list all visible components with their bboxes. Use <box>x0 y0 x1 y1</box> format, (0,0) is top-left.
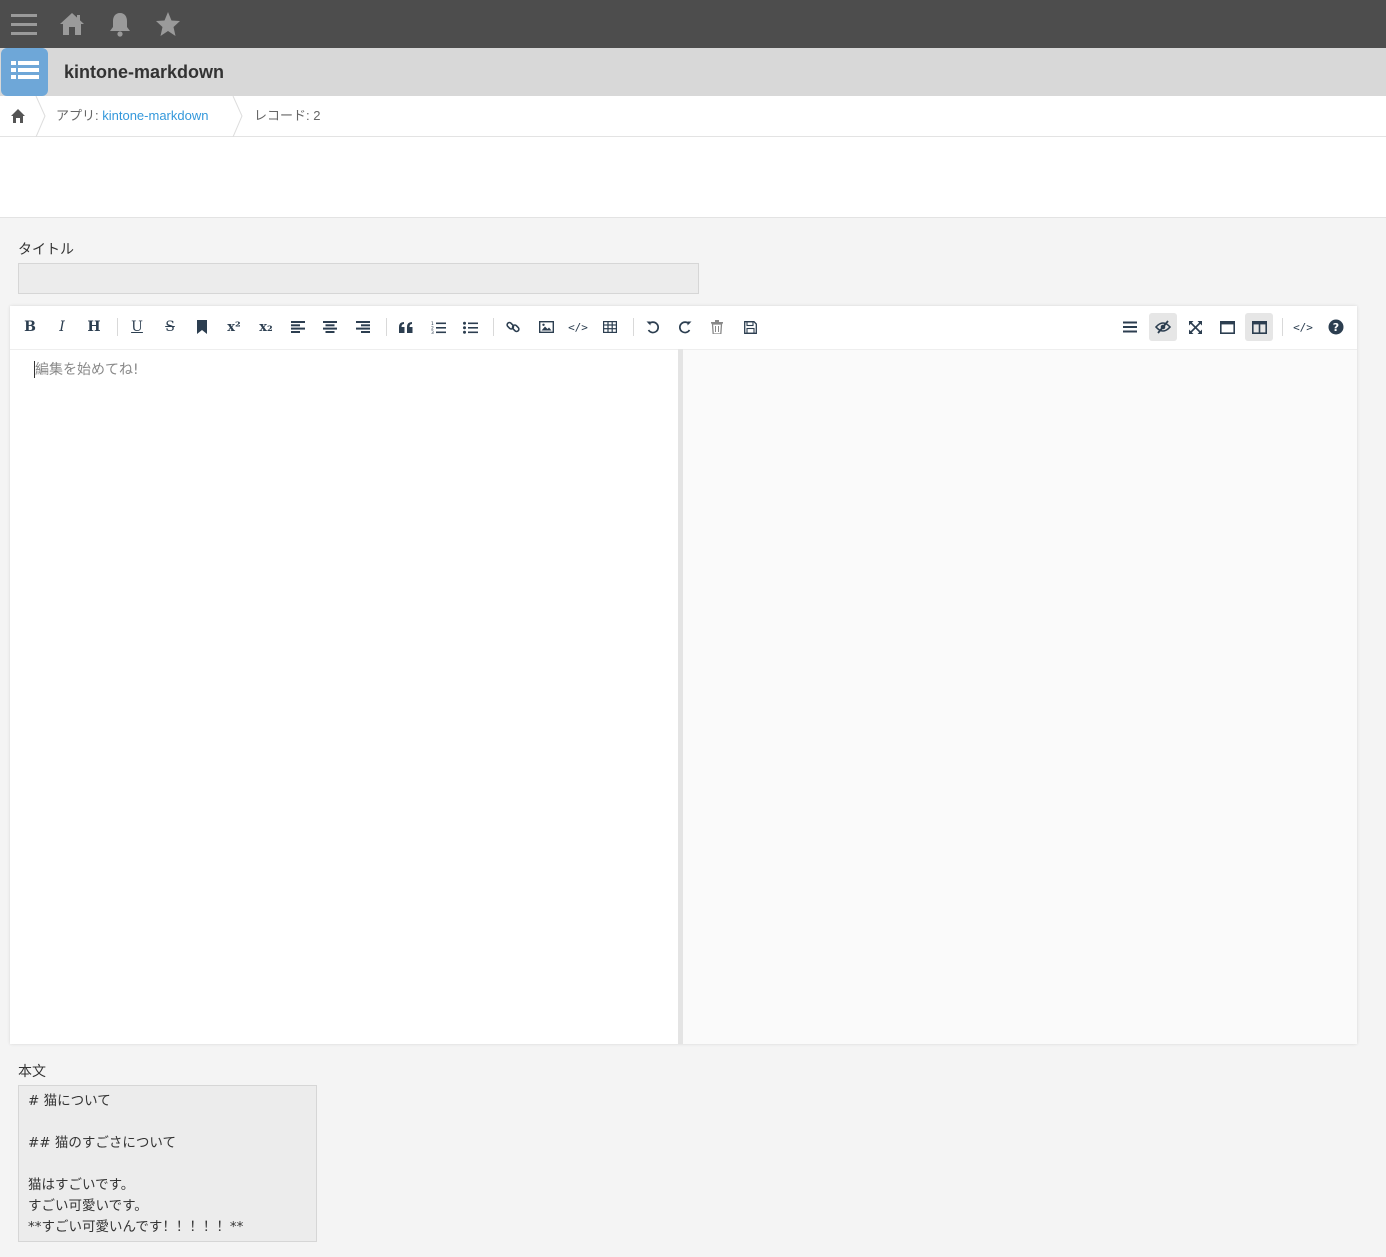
svg-text:?: ? <box>1333 321 1339 334</box>
body-line: ## 猫のすごさについて <box>28 1135 177 1151</box>
italic-label: I <box>59 319 65 335</box>
subfield-icon[interactable] <box>1245 313 1273 341</box>
body-field[interactable]: # 猫について ## 猫のすごさについて 猫はすごいです。 すごい可愛いです。 … <box>18 1085 317 1242</box>
bold-button[interactable]: B <box>16 313 44 341</box>
title-field[interactable] <box>18 263 699 294</box>
breadcrumb-app-link[interactable]: kintone-markdown <box>102 108 208 123</box>
image-icon[interactable] <box>532 313 560 341</box>
heading-label: H <box>87 319 101 335</box>
undo-icon[interactable] <box>639 313 667 341</box>
ordered-list-icon[interactable]: 123 <box>424 313 452 341</box>
align-center-icon[interactable] <box>316 313 344 341</box>
fullscreen-icon[interactable] <box>1181 313 1209 341</box>
breadcrumb-separator-icon <box>232 96 243 137</box>
breadcrumb-home-icon[interactable] <box>6 104 30 128</box>
link-icon[interactable] <box>499 313 527 341</box>
table-icon[interactable] <box>596 313 624 341</box>
html-code-label: </> <box>1293 320 1313 334</box>
bookmark-icon[interactable] <box>188 313 216 341</box>
app-title: kintone-markdown <box>64 62 225 82</box>
superscript-label: x² <box>227 319 241 335</box>
underline-button[interactable]: U <box>123 313 151 341</box>
subscript-label: x₂ <box>259 319 273 335</box>
body-line: **すごい可愛いんです！！！！！** <box>28 1219 244 1235</box>
superscript-button[interactable]: x² <box>220 313 248 341</box>
redo-icon[interactable] <box>671 313 699 341</box>
unordered-list-icon[interactable] <box>456 313 484 341</box>
body-line: # 猫について <box>28 1093 111 1109</box>
navigation-icon[interactable] <box>1116 313 1144 341</box>
align-left-icon[interactable] <box>284 313 312 341</box>
code-button[interactable]: </> <box>564 313 592 341</box>
bell-icon[interactable] <box>104 8 136 40</box>
editor-placeholder: 編集を始めてね! <box>35 362 139 378</box>
html-code-button[interactable]: </> <box>1289 313 1317 341</box>
quote-icon[interactable] <box>392 313 420 341</box>
strikethrough-label: S <box>165 319 175 335</box>
star-icon[interactable] <box>152 8 184 40</box>
subscript-button[interactable]: x₂ <box>252 313 280 341</box>
heading-button[interactable]: H <box>80 313 108 341</box>
help-icon[interactable]: ? <box>1322 313 1350 341</box>
underline-label: U <box>131 319 143 335</box>
record-action-area <box>0 137 1386 218</box>
body-line: すごい可愛いです。 <box>28 1198 148 1214</box>
preview-toggle-icon[interactable] <box>1149 313 1177 341</box>
home-icon[interactable] <box>56 8 88 40</box>
body-line: 猫はすごいです。 <box>28 1177 135 1193</box>
trash-icon[interactable] <box>703 313 731 341</box>
body-line <box>28 1154 307 1175</box>
editor-toolbar: B I H U S x² x₂ 123 </> </> ? <box>10 306 1357 349</box>
app-list-icon[interactable] <box>1 48 48 96</box>
save-icon[interactable] <box>736 313 764 341</box>
code-label: </> <box>568 320 588 334</box>
align-right-icon[interactable] <box>349 313 377 341</box>
menu-icon[interactable] <box>8 8 40 40</box>
app-header: kintone-markdown <box>0 48 1386 96</box>
strikethrough-button[interactable]: S <box>156 313 184 341</box>
breadcrumb-record: レコード: 2 <box>254 108 321 123</box>
global-header <box>0 0 1386 48</box>
preview-pane <box>683 349 1357 1044</box>
body-label: 本文 <box>18 1063 46 1079</box>
title-label: タイトル <box>18 241 74 257</box>
svg-text:3: 3 <box>431 330 434 334</box>
markdown-input-pane[interactable]: 編集を始めてね! <box>10 349 678 1044</box>
bold-label: B <box>24 319 36 335</box>
body-line <box>28 1112 307 1133</box>
italic-button[interactable]: I <box>48 313 76 341</box>
breadcrumb-app: アプリ: kintone-markdown <box>56 96 208 136</box>
read-mode-icon[interactable] <box>1213 313 1241 341</box>
breadcrumb-separator-icon <box>35 96 46 137</box>
markdown-editor: B I H U S x² x₂ 123 </> </> ? 編集を始めてね! <box>10 306 1357 1044</box>
breadcrumb: アプリ: kintone-markdown レコード: 2 <box>0 96 1386 137</box>
breadcrumb-app-prefix: アプリ: <box>56 108 103 123</box>
